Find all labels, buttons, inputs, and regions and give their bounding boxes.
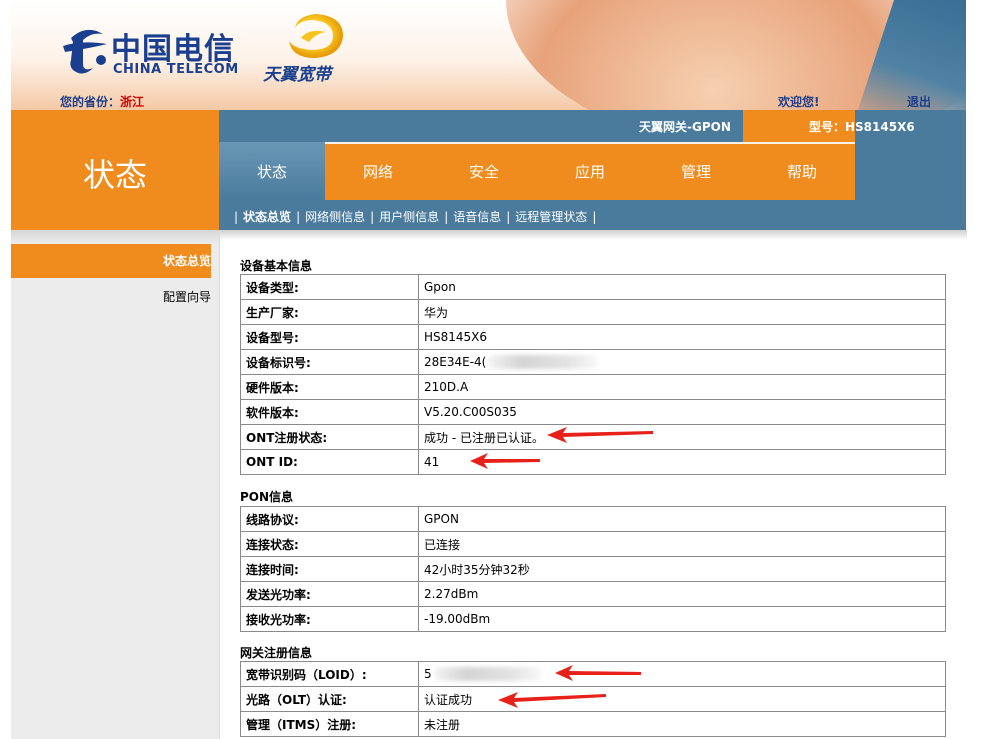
- pon-info-table: 线路协议: GPON 连接状态: 已连接 连接时间: 42小时35分钟32秒 发送光功…: [240, 506, 946, 632]
- field-value: GPON: [418, 506, 946, 532]
- annotation-arrow-icon: [498, 692, 606, 708]
- telecom-e-icon: [63, 29, 107, 74]
- field-label: 设备类型:: [240, 274, 419, 300]
- device-info-title: 设备基本信息: [240, 259, 313, 273]
- tab-network[interactable]: 网络: [325, 142, 431, 200]
- gateway-reg-title: 网关注册信息: [240, 646, 313, 660]
- field-label: 设备标识号:: [240, 349, 419, 375]
- sidebar: 状态总览 配置向导: [11, 230, 219, 739]
- field-label: 设备型号:: [240, 324, 419, 350]
- field-value: 已连接: [418, 531, 946, 557]
- field-label: 光路（OLT）认证:: [240, 686, 419, 712]
- field-label: 连接状态:: [240, 531, 419, 557]
- table-row: 设备类型: Gpon: [240, 274, 946, 300]
- field-label: ONT ID:: [240, 449, 419, 475]
- sidebar-item-status-overview[interactable]: 状态总览: [11, 244, 211, 278]
- field-label: 生产厂家:: [240, 299, 419, 325]
- tianyi-broadband-logo: 天翼宽带: [263, 10, 373, 85]
- field-value: 华为: [418, 299, 946, 325]
- field-value-cell: 5: [418, 661, 946, 687]
- field-label: 接收光功率:: [240, 606, 419, 632]
- table-row: ONT ID: 41: [240, 449, 946, 475]
- sidebar-item-config-wizard[interactable]: 配置向导: [11, 280, 211, 314]
- china-telecom-logo: 中国电信 CHINA TELECOM: [61, 20, 251, 80]
- subnav-user-side[interactable]: 用户侧信息: [379, 210, 439, 224]
- loid-value: 5: [424, 666, 432, 681]
- section-title: 状态: [82, 156, 147, 194]
- model-label: 型号：HS8145X6: [809, 120, 915, 134]
- gateway-name: 天翼网关-GPON: [639, 120, 731, 134]
- table-row: 设备型号: HS8145X6: [240, 324, 946, 350]
- subnav-status-overview[interactable]: 状态总览: [243, 210, 291, 224]
- annotation-arrow-icon: [547, 427, 653, 443]
- sub-navigation: | 状态总览 | 网络侧信息 | 用户侧信息 | 语音信息 | 远程管理状态 |: [219, 200, 966, 230]
- field-label: 发送光功率:: [240, 581, 419, 607]
- field-value: 42小时35分钟32秒: [418, 556, 946, 582]
- brand-en: CHINA TELECOM: [113, 62, 239, 77]
- field-label: 软件版本:: [240, 399, 419, 425]
- table-row: 发送光功率: 2.27dBm: [240, 581, 946, 607]
- table-row: 接收光功率: -19.00dBm: [240, 606, 946, 632]
- field-value: 2.27dBm: [418, 581, 946, 607]
- tab-security[interactable]: 安全: [431, 142, 537, 200]
- redaction-blur: [433, 667, 542, 682]
- field-value: 未注册: [418, 711, 946, 737]
- field-label: 线路协议:: [240, 506, 419, 532]
- sub-brand: 天翼宽带: [263, 65, 331, 85]
- subnav-network-side[interactable]: 网络侧信息: [305, 210, 365, 224]
- subnav-remote-mgmt[interactable]: 远程管理状态: [515, 210, 587, 224]
- province-value: 浙江: [120, 95, 145, 109]
- banner: 中国电信 CHINA TELECOM 天翼宽带: [11, 0, 966, 110]
- field-value: 210D.A: [418, 374, 946, 400]
- field-label: ONT注册状态:: [240, 424, 419, 450]
- field-value-cell: 28E34E-4(: [418, 349, 946, 375]
- table-row: 连接状态: 已连接: [240, 531, 946, 557]
- tab-management[interactable]: 管理: [643, 142, 749, 200]
- field-value: -19.00dBm: [418, 606, 946, 632]
- device-id-value: 28E34E-4(: [424, 354, 487, 369]
- table-row: 线路协议: GPON: [240, 506, 946, 532]
- main-tabs: 状态 网络 安全 应用 管理 帮助: [219, 142, 966, 200]
- tab-status[interactable]: 状态: [219, 142, 325, 200]
- annotation-arrow-icon: [470, 453, 540, 469]
- table-row: 连接时间: 42小时35分钟32秒: [240, 556, 946, 582]
- table-row: 硬件版本: 210D.A: [240, 374, 946, 400]
- model-box: 型号：HS8145X6: [743, 110, 915, 142]
- annotation-arrow-icon: [555, 665, 641, 681]
- content-top-shadow: [220, 230, 967, 240]
- table-row: 设备标识号: 28E34E-4(: [240, 349, 946, 375]
- top-info-bar: 天翼网关-GPON 型号：HS8145X6: [219, 110, 966, 142]
- tab-help[interactable]: 帮助: [749, 142, 855, 200]
- logout-link[interactable]: 退出: [907, 93, 931, 110]
- pon-info-title: PON信息: [240, 490, 294, 504]
- field-label: 宽带识别码（LOID）:: [240, 661, 419, 687]
- welcome-text: 欢迎您!: [778, 95, 820, 109]
- field-label: 硬件版本:: [240, 374, 419, 400]
- province-label: 您的省份：: [60, 95, 121, 109]
- table-row: 生产厂家: 华为: [240, 299, 946, 325]
- field-value: 成功 - 已注册已认证。: [418, 424, 946, 450]
- province-indicator: 您的省份：浙江: [60, 93, 144, 110]
- field-value: V5.20.C00S035: [418, 399, 946, 425]
- redaction-blur: [488, 355, 599, 370]
- field-label: 管理（ITMS）注册:: [240, 711, 419, 737]
- section-header-block: 状态: [11, 110, 219, 230]
- tab-application[interactable]: 应用: [537, 142, 643, 200]
- field-value: Gpon: [418, 274, 946, 300]
- subnav-voice[interactable]: 语音信息: [453, 210, 501, 224]
- tianyi-swirl-icon: [289, 14, 343, 58]
- table-row: 管理（ITMS）注册: 未注册: [240, 711, 946, 737]
- field-value: HS8145X6: [418, 324, 946, 350]
- table-row: 软件版本: V5.20.C00S035: [240, 399, 946, 425]
- field-label: 连接时间:: [240, 556, 419, 582]
